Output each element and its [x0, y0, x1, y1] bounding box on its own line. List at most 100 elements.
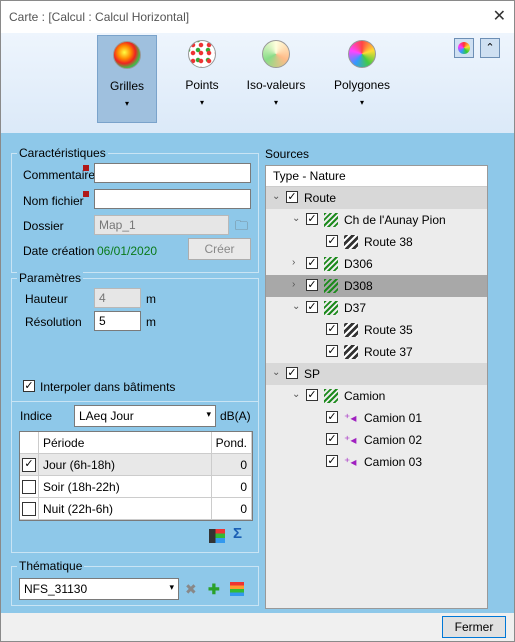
close-icon[interactable]: ✕ — [493, 6, 506, 26]
thematique-select[interactable]: NFS_31130 ▾ — [19, 578, 179, 600]
source-group-icon — [324, 279, 338, 293]
tree-row-checkbox[interactable]: ✓ — [306, 301, 318, 313]
grid-header-row: Période Pond. — [20, 432, 253, 454]
tree-row[interactable]: ✓ Route 35 — [266, 319, 487, 341]
tree-row-checkbox[interactable]: ✓ — [326, 235, 338, 247]
grid-header-checkbox-cell — [20, 432, 39, 454]
indice-select[interactable]: LAeq Jour ▾ — [74, 405, 216, 427]
tree-row[interactable]: ✓ ⁺◂ Camion 03 — [266, 451, 487, 473]
expand-icon[interactable]: › — [292, 279, 295, 290]
tree-row-checkbox[interactable]: ✓ — [326, 323, 338, 335]
table-row[interactable]: ✓ Jour (6h-18h) 0 — [20, 453, 253, 476]
tree-row[interactable]: ⌄ ✓ Ch de l'Aunay Pion — [266, 209, 487, 231]
periode-checkbox[interactable] — [22, 501, 36, 516]
tree-row-checkbox[interactable]: ✓ — [306, 279, 318, 291]
tree-row-checkbox[interactable]: ✓ — [306, 213, 318, 225]
tree-row[interactable]: ⌄ ✓ D37 — [266, 297, 487, 319]
points-map-icon — [188, 40, 216, 68]
grid-map-icon — [113, 41, 141, 69]
tree-row[interactable]: ⌄ ✓ Route — [266, 187, 487, 209]
tree-row-label: Route 37 — [364, 345, 413, 359]
tree-row-checkbox[interactable]: ✓ — [306, 389, 318, 401]
hauteur-unit: m — [146, 292, 156, 306]
window-title: Carte : [Calcul : Calcul Horizontal] — [9, 10, 190, 24]
sigma-icon[interactable]: Σ — [233, 525, 242, 542]
tree-row[interactable]: ⌄ ✓ Camion — [266, 385, 487, 407]
point-source-icon: ⁺◂ — [344, 455, 357, 469]
iso-valeurs-button[interactable]: Iso-valeurs ▾ — [245, 35, 307, 121]
periode-cell: Nuit (22h-6h) — [38, 497, 212, 520]
table-row[interactable]: Nuit (22h-6h) 0 — [20, 497, 253, 520]
iso-values-icon — [262, 40, 290, 68]
tree-row[interactable]: › ✓ D306 — [266, 253, 487, 275]
dossier-field: Map_1 — [94, 215, 229, 235]
pond-cell[interactable]: 0 — [211, 453, 253, 476]
footer-bar: Fermer — [1, 613, 514, 641]
sources-title: Sources — [265, 147, 310, 161]
tree-row[interactable]: ✓ ⁺◂ Camion 02 — [266, 429, 487, 451]
points-button[interactable]: Points ▾ — [173, 35, 231, 121]
source-group-icon — [324, 213, 338, 227]
tree-row[interactable]: ✓ ⁺◂ Camion 01 — [266, 407, 487, 429]
periode-checkbox[interactable] — [22, 479, 36, 494]
dropdown-arrow-icon: ▾ — [206, 409, 211, 419]
periode-cell: Soir (18h-22h) — [38, 475, 212, 498]
source-group-icon — [324, 389, 338, 403]
tree-row[interactable]: ✓ Route 38 — [266, 231, 487, 253]
thematique-value: NFS_31130 — [24, 582, 88, 596]
expand-icon[interactable]: › — [292, 257, 295, 268]
tree-row[interactable]: › ✓ D308 — [266, 275, 487, 297]
add-icon[interactable]: ✚ — [208, 581, 220, 598]
date-creation-label: Date création — [23, 244, 95, 258]
source-group-icon — [324, 257, 338, 271]
hauteur-label: Hauteur — [25, 292, 68, 306]
commentaire-field[interactable] — [94, 163, 251, 183]
tree-row-checkbox[interactable]: ✓ — [326, 455, 338, 467]
tree-row-label: D306 — [344, 257, 373, 271]
collapse-icon[interactable]: ⌄ — [272, 367, 280, 378]
tree-row-label: Ch de l'Aunay Pion — [344, 213, 446, 227]
nom-fichier-field[interactable] — [94, 189, 251, 209]
dropdown-arrow-icon: ▾ — [359, 98, 364, 107]
collapse-icon[interactable]: ⌄ — [292, 389, 300, 400]
tree-row-checkbox[interactable]: ✓ — [326, 433, 338, 445]
resolution-field[interactable]: 5 — [94, 311, 141, 331]
polygones-label: Polygones — [333, 78, 391, 92]
delete-icon[interactable]: ✖ — [185, 581, 197, 598]
double-chevron-up-icon: ⌃ — [485, 42, 495, 54]
folder-icon[interactable]: 🗀 — [235, 217, 248, 239]
check-icon: ✓ — [24, 380, 34, 392]
table-row[interactable]: Soir (18h-22h) 0 — [20, 475, 253, 498]
dropdown-arrow-icon: ▾ — [273, 98, 278, 107]
tree-row-label: Camion 01 — [364, 411, 423, 425]
color-palette-button[interactable] — [454, 38, 474, 58]
pond-cell[interactable]: 0 — [211, 475, 253, 498]
dropdown-arrow-icon: ▾ — [169, 582, 174, 592]
pond-cell[interactable]: 0 — [211, 497, 253, 520]
tree-column-header: Type - Nature — [266, 166, 487, 187]
collapse-ribbon-button[interactable]: ⌃ — [480, 38, 500, 58]
indicator-list-icon[interactable] — [209, 529, 225, 543]
row-checkbox-cell — [20, 497, 39, 520]
dialog-window: Carte : [Calcul : Calcul Horizontal] ✕ G… — [0, 0, 515, 642]
fermer-button[interactable]: Fermer — [442, 616, 506, 638]
collapse-icon[interactable]: ⌄ — [272, 191, 280, 202]
interpoler-checkbox[interactable]: ✓ — [23, 380, 35, 392]
tree-row-checkbox[interactable]: ✓ — [286, 191, 298, 203]
periode-checkbox[interactable]: ✓ — [22, 457, 36, 472]
polygones-button[interactable]: Polygones ▾ — [331, 35, 393, 121]
source-group-icon — [324, 301, 338, 315]
required-marker — [83, 165, 89, 171]
tree-row[interactable]: ✓ Route 37 — [266, 341, 487, 363]
tree-row-checkbox[interactable]: ✓ — [326, 345, 338, 357]
tree-row[interactable]: ⌄ ✓ SP — [266, 363, 487, 385]
collapse-icon[interactable]: ⌄ — [292, 213, 300, 224]
tree-row-checkbox[interactable]: ✓ — [306, 257, 318, 269]
tree-row-checkbox[interactable]: ✓ — [326, 411, 338, 423]
points-label: Points — [185, 78, 219, 92]
tree-row-checkbox[interactable]: ✓ — [286, 367, 298, 379]
grilles-button[interactable]: Grilles ▾ — [97, 35, 157, 123]
color-scale-icon[interactable] — [230, 582, 244, 596]
dropdown-arrow-icon: ▾ — [124, 99, 129, 108]
collapse-icon[interactable]: ⌄ — [292, 301, 300, 312]
